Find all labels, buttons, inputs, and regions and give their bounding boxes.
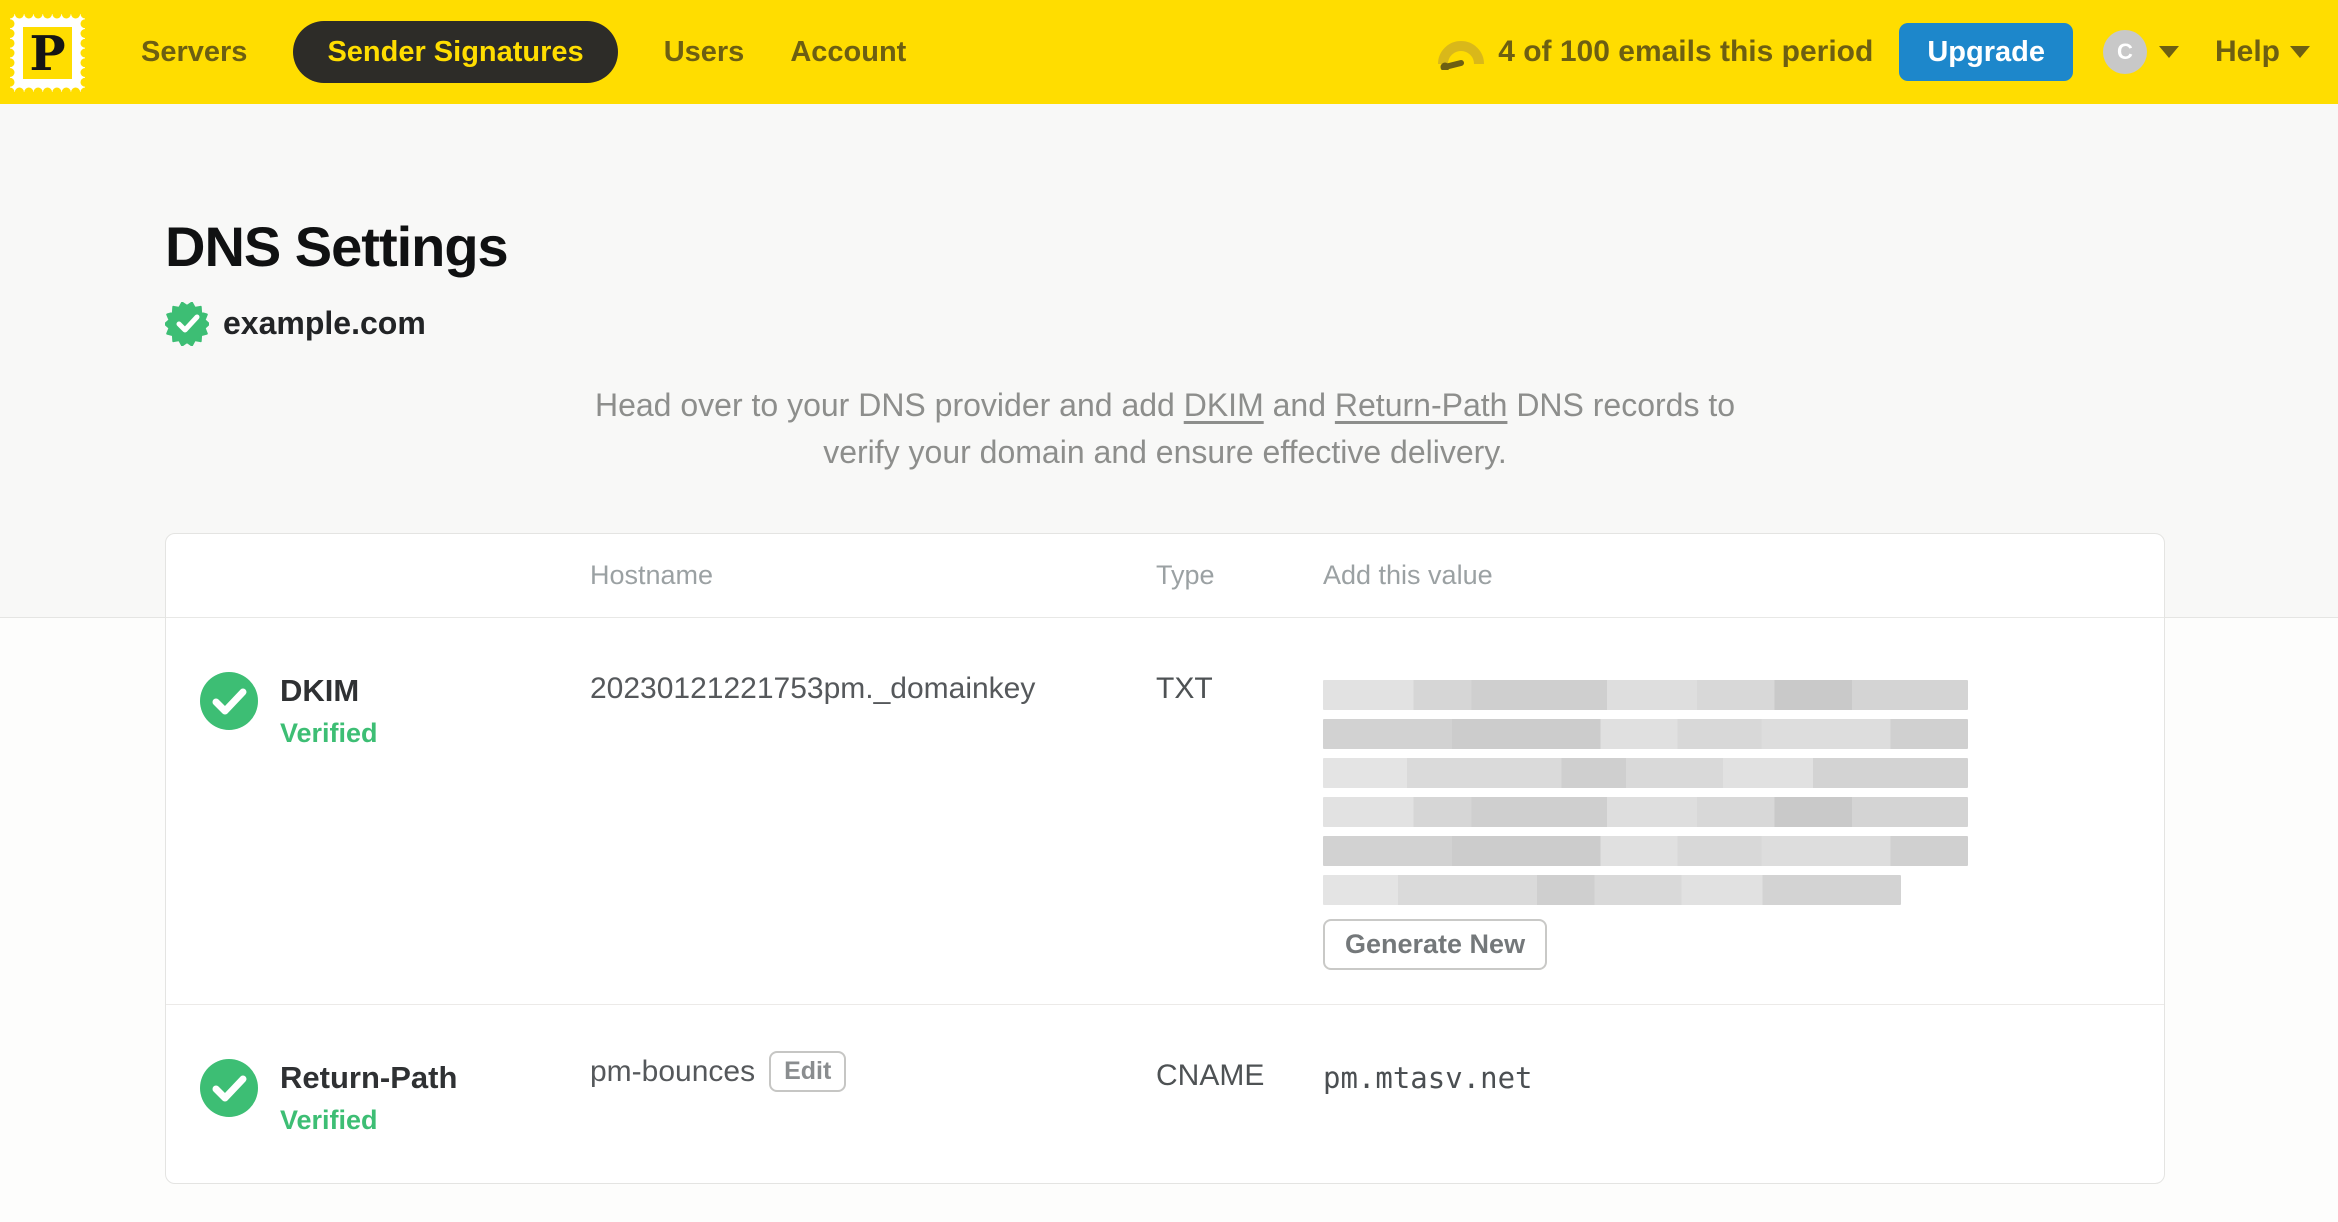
- nav-item-users[interactable]: Users: [664, 36, 745, 69]
- nav-item-sender-signatures[interactable]: Sender Signatures: [293, 21, 618, 83]
- brand-letter: P: [29, 26, 65, 82]
- chevron-down-icon: [2290, 46, 2310, 58]
- dkim-value-redacted: [1323, 680, 2129, 905]
- page-title: DNS Settings: [165, 215, 509, 278]
- domain-row: example.com: [165, 301, 2165, 346]
- record-name: DKIM: [280, 673, 360, 708]
- account-menu[interactable]: C: [2102, 30, 2179, 74]
- dkim-type: TXT: [1156, 672, 1213, 705]
- top-nav: P Servers Sender Signatures Users Accoun…: [0, 0, 2338, 104]
- chevron-down-icon: [2158, 46, 2179, 58]
- verified-check-icon: [200, 1059, 258, 1117]
- nav-links: Servers Sender Signatures Users Account: [141, 21, 906, 83]
- domain-name: example.com: [223, 305, 426, 342]
- table-row-dkim: DKIM Verified 20230121221753pm._domainke…: [166, 618, 2164, 1005]
- return-path-status-cell: Return-Path Verified: [166, 1005, 590, 1183]
- instructions-text: Head over to your DNS provider and add: [594, 386, 1184, 423]
- gauge-icon: [1438, 41, 1485, 70]
- instructions: Head over to your DNS provider and add D…: [515, 382, 1815, 476]
- table-header-row: Hostname Type Add this value: [166, 534, 2164, 618]
- column-header-hostname: Hostname: [590, 560, 714, 590]
- return-path-type: CNAME: [1156, 1059, 1265, 1092]
- column-header-value: Add this value: [1323, 560, 1493, 590]
- return-path-value: pm.mtasv.net: [1323, 1061, 1533, 1095]
- instructions-text: and: [1263, 386, 1335, 423]
- usage-meter: 4 of 100 emails this period: [1438, 34, 1873, 70]
- return-path-link[interactable]: Return-Path: [1335, 387, 1508, 423]
- generate-new-button[interactable]: Generate New: [1323, 919, 1548, 970]
- dkim-status-cell: DKIM Verified: [166, 618, 590, 1004]
- return-path-hostname: pm-bounces: [590, 1054, 756, 1088]
- dkim-hostname: 20230121221753pm._domainkey: [590, 672, 1036, 705]
- dns-records-card: Hostname Type Add this value DKIM Verifi…: [165, 533, 2165, 1184]
- dkim-link[interactable]: DKIM: [1184, 387, 1264, 423]
- verified-seal-icon: [165, 301, 209, 346]
- upgrade-button[interactable]: Upgrade: [1899, 23, 2073, 81]
- verified-check-icon: [200, 672, 258, 730]
- instructions-text: verify your domain and ensure effective …: [823, 433, 1507, 470]
- status-badge: Verified: [280, 718, 378, 748]
- help-label: Help: [2214, 35, 2280, 68]
- nav-item-servers[interactable]: Servers: [141, 36, 247, 69]
- column-header-type: Type: [1156, 560, 1215, 590]
- dkim-value-cell: Generate New: [1323, 618, 2164, 1004]
- record-name: Return-Path: [280, 1060, 458, 1095]
- instructions-text: DNS records to: [1507, 386, 1736, 423]
- table-row-return-path: Return-Path Verified pm-bounces Edit CNA…: [166, 1005, 2164, 1183]
- edit-button[interactable]: Edit: [769, 1051, 847, 1092]
- status-badge: Verified: [280, 1105, 378, 1135]
- postmark-logo-icon[interactable]: P: [10, 14, 85, 92]
- nav-item-account[interactable]: Account: [790, 36, 906, 69]
- avatar[interactable]: C: [2102, 30, 2147, 74]
- return-path-hostname-cell: pm-bounces Edit: [590, 1005, 1156, 1183]
- help-menu[interactable]: Help: [2215, 35, 2310, 69]
- nav-right-cluster: 4 of 100 emails this period Upgrade C He…: [1438, 23, 2310, 81]
- usage-text: 4 of 100 emails this period: [1498, 35, 1874, 68]
- return-path-value-cell: pm.mtasv.net: [1323, 1005, 2164, 1183]
